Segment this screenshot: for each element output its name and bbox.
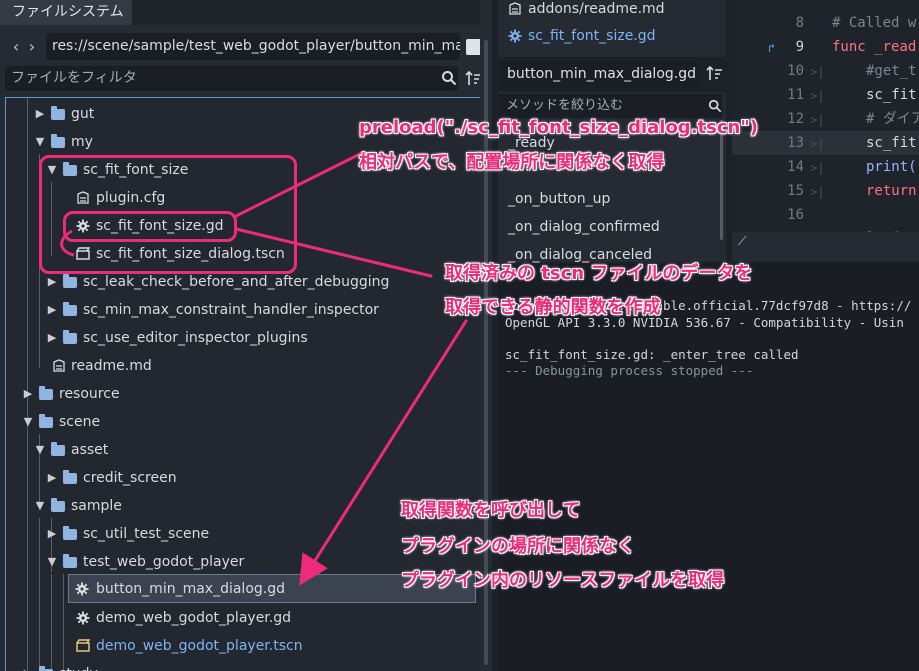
annotation-text: 取得関数を呼び出して	[401, 500, 581, 521]
annotation-text: preload("./sc_fit_font_size_dialog.tscn"…	[359, 117, 758, 138]
arrow-line	[60, 229, 75, 257]
arrow-line	[234, 227, 433, 278]
arrow-line	[232, 150, 366, 219]
annotation-text: 相対パスで、配置場所に関係なく取得	[359, 152, 665, 173]
annotation-text: プラグイン内のリソースファイルを取得	[401, 570, 725, 591]
annotation-text: 取得済みの tscn ファイルのデータを	[445, 263, 753, 284]
annotation-text: 取得できる静的関数を作成	[445, 297, 661, 318]
annotation-text: プラグインの場所に関係なく	[401, 536, 635, 557]
